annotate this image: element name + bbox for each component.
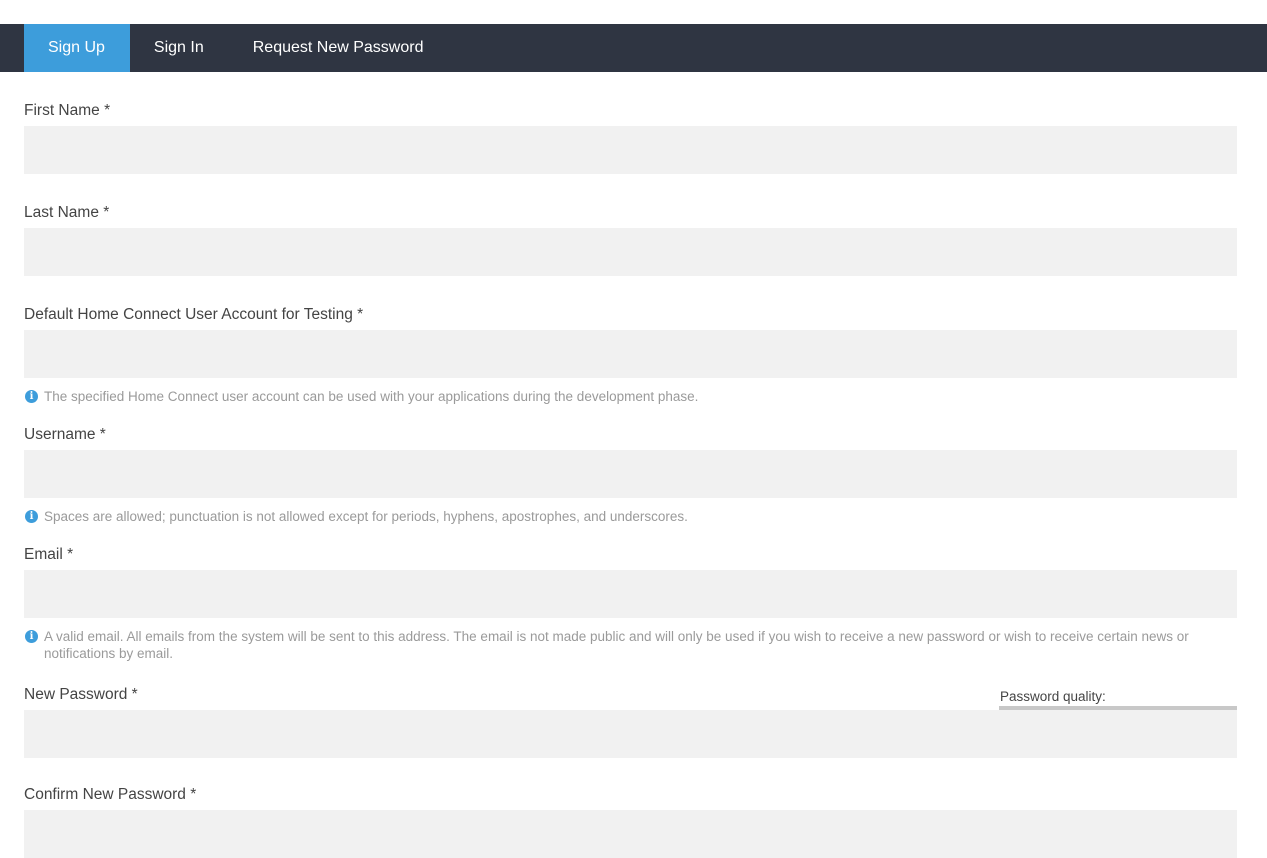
- tab-sign-in[interactable]: Sign In: [130, 24, 229, 72]
- username-label: Username *: [24, 426, 106, 443]
- confirm-password-input[interactable]: [24, 810, 1237, 858]
- password-quality-meter: Password quality:: [999, 689, 1237, 710]
- last-name-field: Last Name *: [24, 174, 1237, 276]
- account-tabs: Sign Up Sign In Request New Password: [0, 24, 1267, 72]
- email-label: Email *: [24, 546, 74, 563]
- sign-up-form: First Name * Last Name * Default Home Co…: [24, 72, 1237, 858]
- test-account-field: Default Home Connect User Account for Te…: [24, 276, 1237, 405]
- last-name-input[interactable]: [24, 228, 1237, 276]
- confirm-password-field: Confirm New Password *: [24, 756, 1237, 858]
- username-field: Username * i Spaces are allowed; punctua…: [24, 396, 1237, 525]
- first-name-label: First Name *: [24, 102, 111, 119]
- password-quality-bar: [999, 706, 1237, 710]
- first-name-field: First Name *: [24, 72, 1237, 174]
- last-name-label: Last Name *: [24, 204, 110, 221]
- password-quality-label: Password quality:: [1000, 689, 1106, 704]
- email-input[interactable]: [24, 570, 1237, 618]
- test-account-label: Default Home Connect User Account for Te…: [24, 306, 364, 323]
- new-password-input[interactable]: [24, 710, 1237, 758]
- username-input[interactable]: [24, 450, 1237, 498]
- tab-request-new-password[interactable]: Request New Password: [229, 24, 449, 72]
- test-account-input[interactable]: [24, 330, 1237, 378]
- confirm-password-label: Confirm New Password *: [24, 786, 197, 803]
- first-name-input[interactable]: [24, 126, 1237, 174]
- new-password-field: New Password * Password quality:: [24, 656, 1237, 758]
- tab-sign-up[interactable]: Sign Up: [24, 24, 130, 72]
- email-field: Email * i A valid email. All emails from…: [24, 516, 1237, 662]
- info-icon: i: [25, 630, 38, 643]
